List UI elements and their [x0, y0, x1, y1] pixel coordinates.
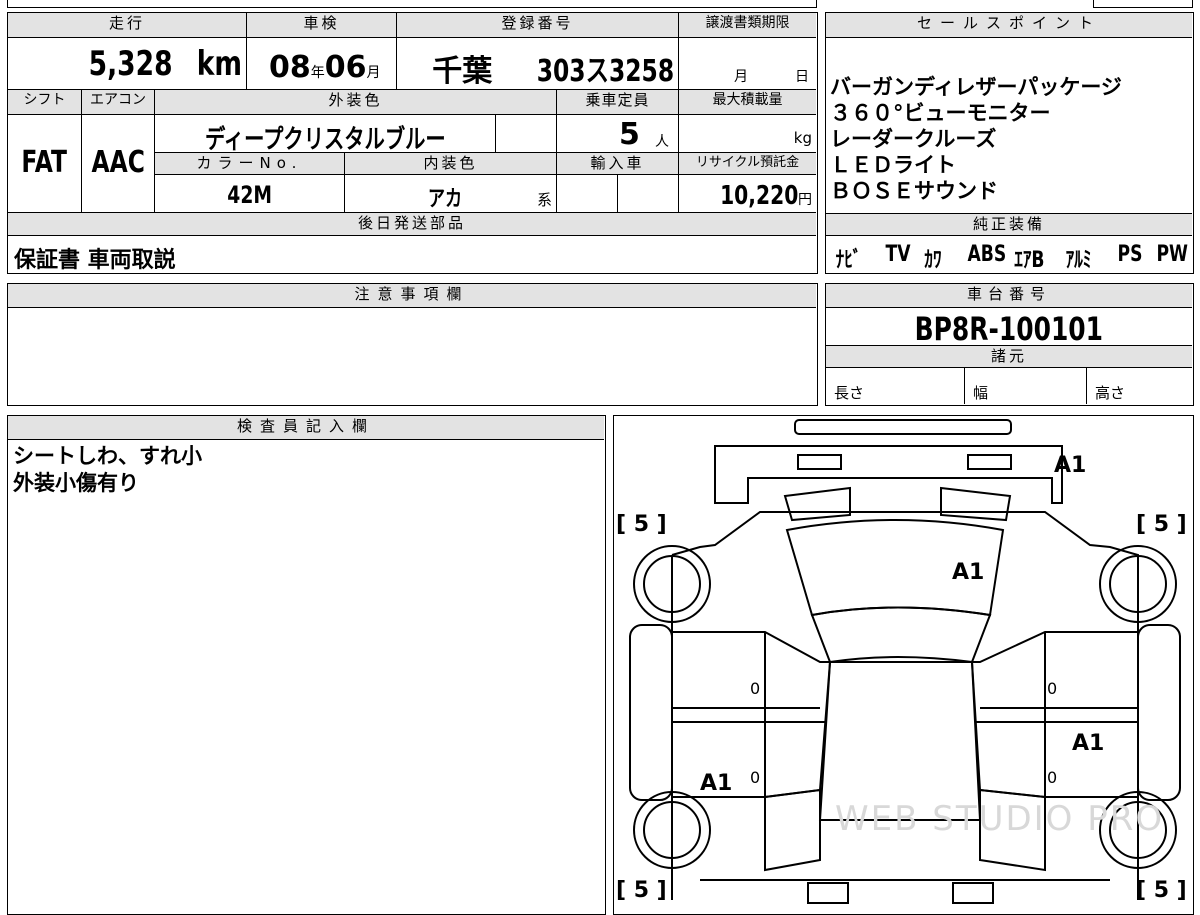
tire-fl-value: [ 5 ]	[616, 512, 667, 537]
notes-header: 注意事項欄	[354, 285, 470, 303]
windshield	[810, 606, 991, 663]
capacity-unit: 人	[655, 134, 669, 150]
spec-length: 長さ	[834, 384, 865, 402]
front-lamp-left	[796, 453, 842, 470]
left-fender	[628, 623, 673, 801]
inspector-note-line: シートしわ、すれ小	[13, 444, 202, 468]
exterior-color-value: ディープクリスタルブルー	[205, 125, 446, 155]
watermark: WEB STUDIO PRO	[835, 799, 1164, 839]
recycle-header: リサイクル預託金	[695, 155, 800, 170]
spec-height: 高さ	[1095, 384, 1126, 402]
inspection-header: 車検	[303, 14, 340, 32]
notes-box: 注意事項欄	[7, 283, 818, 406]
shift-header: シフト	[23, 92, 66, 108]
front-right-door-value: 0	[1047, 679, 1057, 698]
top-strip-right	[1093, 0, 1193, 8]
rear-left-door-mark: A1	[700, 771, 732, 796]
specs-header: 諸元	[990, 347, 1027, 365]
color-no-header: カラーNo.	[196, 154, 303, 172]
deadline-month-unit: 月	[734, 69, 748, 85]
equipment-item: ABS	[967, 242, 1007, 267]
chassis-number: BP8R-100101	[914, 310, 1104, 348]
body-outline	[670, 510, 1139, 900]
rear-right-door-value: 0	[1047, 768, 1057, 787]
aircon-value: AAC	[91, 145, 146, 180]
tire-fr-value: [ 5 ]	[1136, 512, 1187, 537]
interior-suffix: 系	[536, 191, 552, 209]
interior-color-header: 内装色	[423, 154, 478, 172]
equipment-item: ｴｱB	[1014, 248, 1045, 273]
tire-rl-value: [ 5 ]	[616, 878, 667, 903]
headlight-left	[783, 486, 851, 521]
sales-point-item: レーダークルーズ	[830, 127, 997, 151]
spec-width: 幅	[973, 384, 989, 402]
sales-point-item: ＬＥＤライト	[830, 153, 956, 177]
month-unit: 月	[366, 65, 381, 81]
capacity-header: 乗車定員	[585, 91, 650, 109]
rear-quarter-left	[763, 788, 821, 871]
front-left-door-value: 0	[750, 679, 760, 698]
equipment-item: ﾅﾋﾞ	[835, 248, 862, 273]
sales-point-item: ＢＯＳＥサウンド	[830, 179, 998, 203]
roof	[818, 660, 981, 821]
genuine-equipment-header: 純正装備	[972, 215, 1045, 233]
tire-rr-value: [ 5 ]	[1136, 878, 1187, 903]
sales-point-item: ３６０°ビューモニター	[830, 101, 1051, 125]
right-fender	[1136, 623, 1181, 801]
chassis-header: 車台番号	[966, 285, 1051, 303]
inspection-year: 08	[269, 50, 311, 85]
inspector-box: 検査員記入欄 シートしわ、すれ小 外装小傷有り	[7, 415, 606, 915]
mileage-value: 5,328	[88, 44, 173, 84]
vehicle-info-table: 走行 車検 登録番号 譲渡書類期限 5,328 km 08年06月 千葉 303…	[7, 12, 818, 274]
equipment-item: ｱﾙﾐ	[1065, 248, 1092, 273]
max-load-unit: kg	[793, 129, 812, 147]
max-load-header: 最大積載量	[712, 92, 783, 108]
interior-color-value: アカ	[427, 187, 463, 212]
later-parts-value: 保証書 車両取説	[14, 248, 176, 273]
recycle-unit: 円	[798, 192, 812, 208]
inspector-header: 検査員記入欄	[236, 417, 375, 435]
shift-value: FAT	[21, 145, 68, 180]
mileage-unit: km	[196, 44, 242, 84]
sales-points-box: セールスポイント バーガンディレザーパッケージ ３６０°ビューモニター レーダー…	[825, 12, 1194, 274]
car-diagram: WEB STUDIO PRO A1 A1 A1 A1 [ 5 ] [ 5 ] […	[616, 418, 1187, 904]
front-lamp-right	[966, 453, 1012, 470]
rear-right-door-mark: A1	[1072, 731, 1104, 756]
hood-mark: A1	[952, 560, 984, 585]
chassis-box: 車台番号 BP8R-100101 諸元 長さ 幅 高さ	[825, 283, 1194, 406]
rear-left-door-value: 0	[750, 768, 760, 787]
capacity-value: 5	[619, 117, 640, 152]
deadline-day-unit: 日	[795, 69, 809, 85]
equipment-item: PW	[1156, 242, 1188, 267]
inspector-notes: シートしわ、すれ小 外装小傷有り	[8, 439, 604, 909]
plate-region: 千葉	[432, 54, 493, 89]
equipment-item: PS	[1117, 242, 1143, 267]
import-header: 輸入車	[590, 154, 645, 172]
color-no-value: 42M	[227, 181, 273, 209]
equipment-item: ｶﾜ	[924, 248, 942, 273]
inspector-note-line: 外装小傷有り	[13, 471, 139, 495]
transfer-deadline-header: 譲渡書類期限	[705, 15, 790, 31]
mileage-header: 走行	[108, 14, 145, 32]
top-strip	[7, 0, 817, 8]
genuine-equipment-list: ﾅﾋﾞ TV ｶﾜ ABS ｴｱB ｱﾙﾐ PS PW	[826, 235, 1192, 273]
equipment-item: TV	[885, 242, 911, 267]
recycle-value: 10,220	[719, 181, 798, 211]
registration-header: 登録番号	[501, 14, 574, 32]
front-bumper-mark: A1	[1054, 453, 1086, 478]
damage-diagram-box: WEB STUDIO PRO A1 A1 A1 A1 [ 5 ] [ 5 ] […	[613, 415, 1194, 915]
aircon-header: エアコン	[90, 92, 146, 108]
front-bumper-outline	[793, 418, 1012, 435]
inspection-month: 06	[324, 50, 367, 85]
notes-content	[8, 307, 816, 404]
sales-point-item: バーガンディレザーパッケージ	[830, 75, 1122, 99]
headlight-right	[939, 486, 1011, 521]
later-parts-header: 後日発送部品	[357, 214, 466, 232]
exterior-color-header: 外装色	[328, 91, 383, 109]
year-unit: 年	[310, 65, 325, 81]
sales-points-header: セールスポイント	[916, 14, 1101, 32]
plate-number: 303ス3258	[536, 54, 674, 89]
